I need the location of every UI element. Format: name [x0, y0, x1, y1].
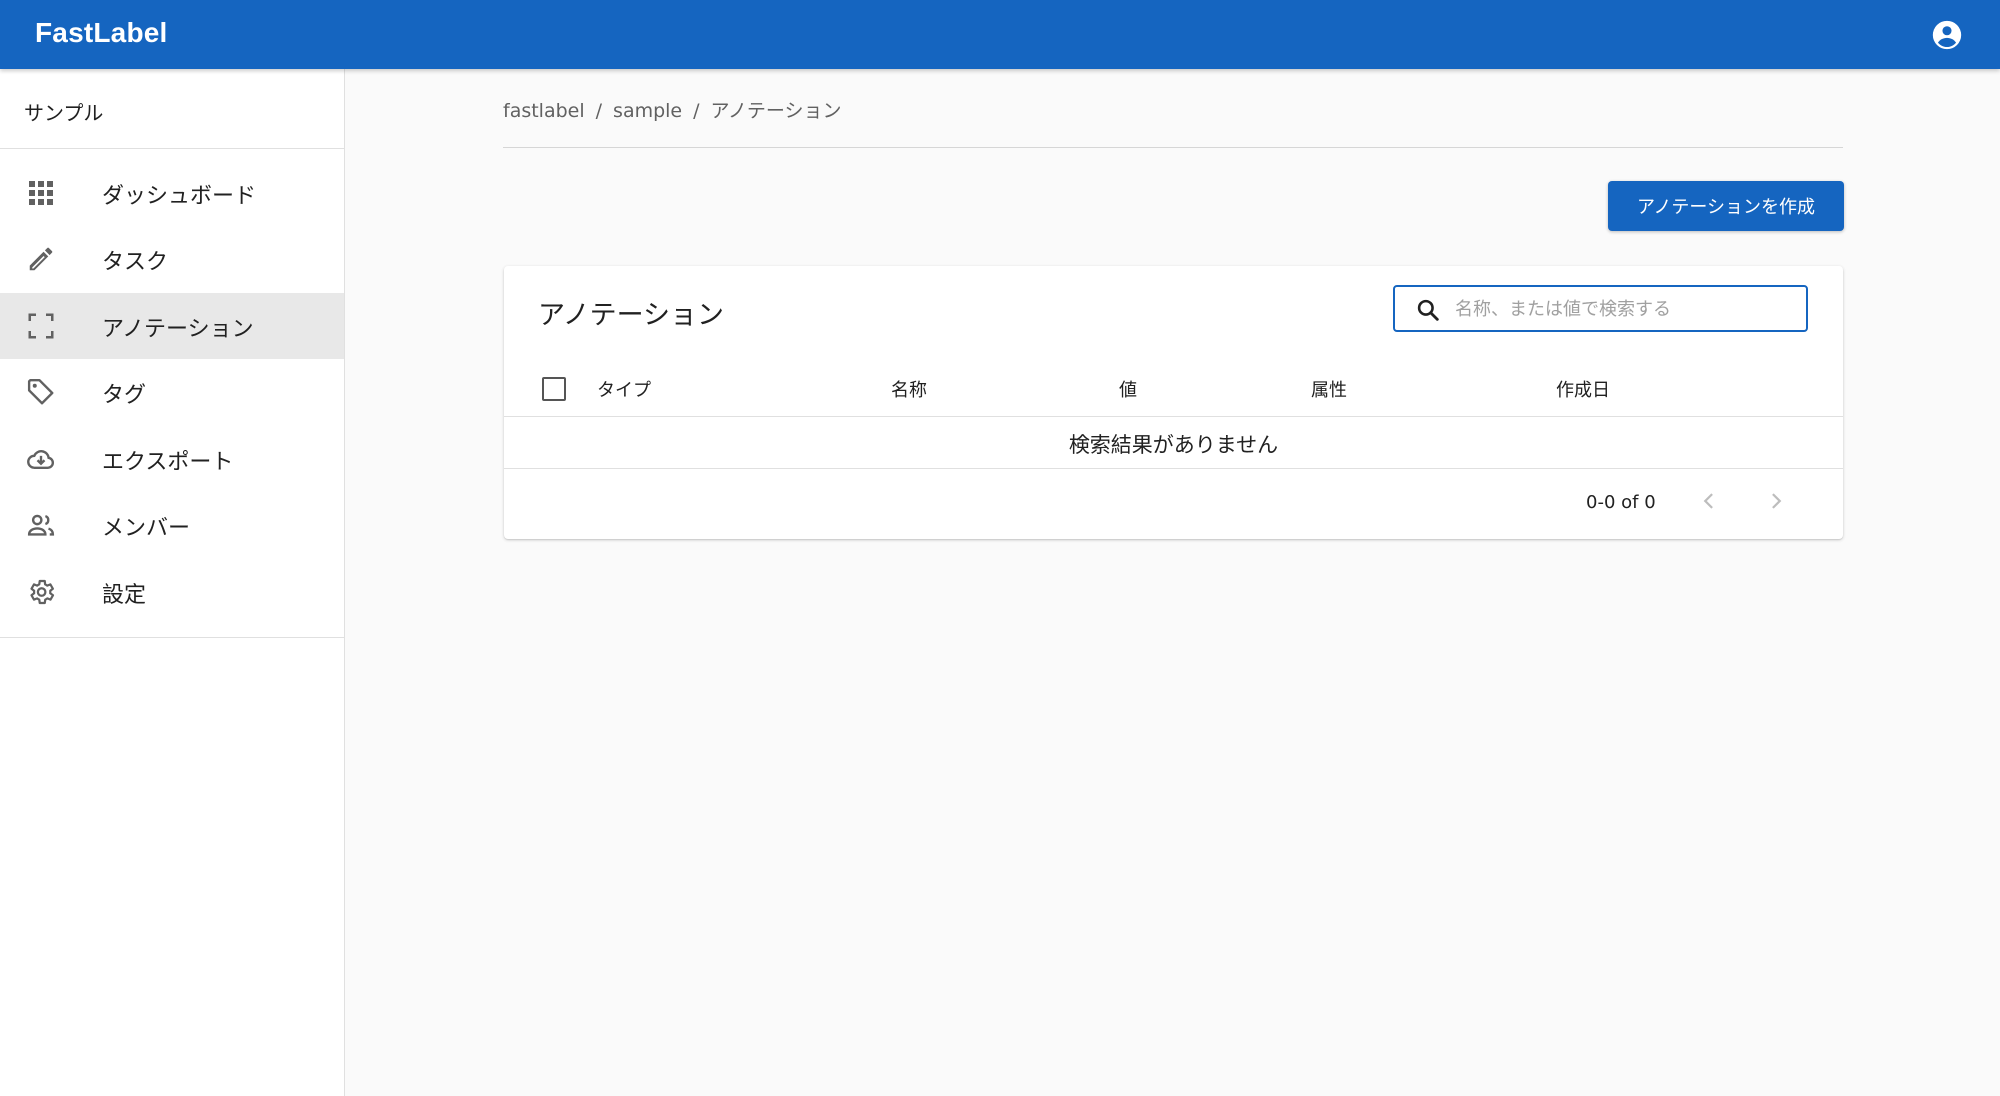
annotations-card: アノテーション タイプ 名称 値 属性 作成日 検索結果がありません 0-0 o…: [504, 266, 1843, 539]
sidebar-item-label: タグ: [102, 383, 147, 408]
sidebar-item-tags[interactable]: タグ: [0, 359, 344, 425]
breadcrumb-item-workspace[interactable]: fastlabel: [503, 100, 585, 122]
search-field[interactable]: [1393, 285, 1808, 332]
tag-icon: [27, 378, 54, 405]
sidebar-item-label: 設定: [102, 583, 147, 608]
previous-page-button[interactable]: [1694, 486, 1724, 516]
account-button[interactable]: [1930, 18, 1964, 52]
column-header-attribute[interactable]: 属性: [1311, 376, 1347, 402]
column-header-value[interactable]: 値: [1119, 376, 1137, 402]
sidebar-item-label: アノテーション: [102, 317, 254, 342]
pencil-icon: [29, 247, 53, 271]
breadcrumb-separator: /: [693, 100, 700, 122]
breadcrumb: fastlabel / sample / アノテーション: [503, 96, 841, 123]
breadcrumb-separator: /: [595, 100, 603, 122]
pagination-range: 0-0 of 0: [1586, 492, 1656, 513]
column-header-name[interactable]: 名称: [891, 376, 927, 402]
project-name: サンプル: [24, 101, 104, 125]
chevron-right-icon: [1772, 493, 1782, 509]
search-icon: [1417, 299, 1439, 321]
sidebar-item-export[interactable]: エクスポート: [0, 426, 344, 492]
create-annotation-button[interactable]: アノテーションを作成: [1608, 181, 1844, 231]
main-content: fastlabel / sample / アノテーション アノテーションを作成 アノテー…: [345, 69, 2000, 1096]
people-icon: [27, 514, 55, 536]
empty-state-message: 検索結果がありません: [1068, 433, 1279, 457]
breadcrumb-item-project[interactable]: sample: [613, 100, 682, 122]
sidebar-item-tasks[interactable]: タスク: [0, 226, 344, 292]
chevron-left-icon: [1703, 493, 1713, 509]
sidebar-item-label: エクスポート: [102, 450, 234, 475]
sidebar-item-label: ダッシュボード: [102, 184, 257, 209]
sidebar-item-annotations[interactable]: アノテーション: [0, 293, 344, 359]
next-page-button[interactable]: [1761, 486, 1791, 516]
sidebar-divider-top: [0, 148, 344, 149]
breadcrumb-item-current: アノテーション: [710, 100, 842, 122]
breadcrumb-divider: [503, 147, 1843, 148]
brand-logo[interactable]: FastLabel: [35, 17, 168, 49]
grid-icon: [29, 181, 53, 205]
select-all-checkbox[interactable]: [542, 377, 566, 401]
sidebar-item-settings[interactable]: 設定: [0, 559, 344, 625]
empty-state-row: 検索結果がありません: [504, 417, 1843, 469]
app-bar: FastLabel: [0, 0, 2000, 69]
crop-frame-icon: [28, 313, 54, 339]
sidebar-divider-bottom: [0, 637, 344, 638]
account-circle-icon: [1932, 20, 1962, 50]
sidebar: サンプル ダッシュボード タスク アノテーション タグ エクスポート メンバー …: [0, 69, 345, 1096]
sidebar-item-members[interactable]: メンバー: [0, 492, 344, 558]
column-header-type[interactable]: タイプ: [597, 376, 651, 402]
sidebar-item-dashboard[interactable]: ダッシュボード: [0, 160, 344, 226]
table-header: タイプ 名称 値 属性 作成日: [504, 362, 1843, 417]
cloud-download-icon: [27, 450, 55, 469]
sidebar-item-label: タスク: [102, 250, 169, 275]
gear-icon: [30, 579, 55, 605]
column-header-created-at[interactable]: 作成日: [1556, 376, 1610, 402]
sidebar-item-label: メンバー: [102, 516, 191, 541]
search-input[interactable]: [1455, 294, 1795, 324]
card-title: アノテーション: [538, 300, 725, 331]
